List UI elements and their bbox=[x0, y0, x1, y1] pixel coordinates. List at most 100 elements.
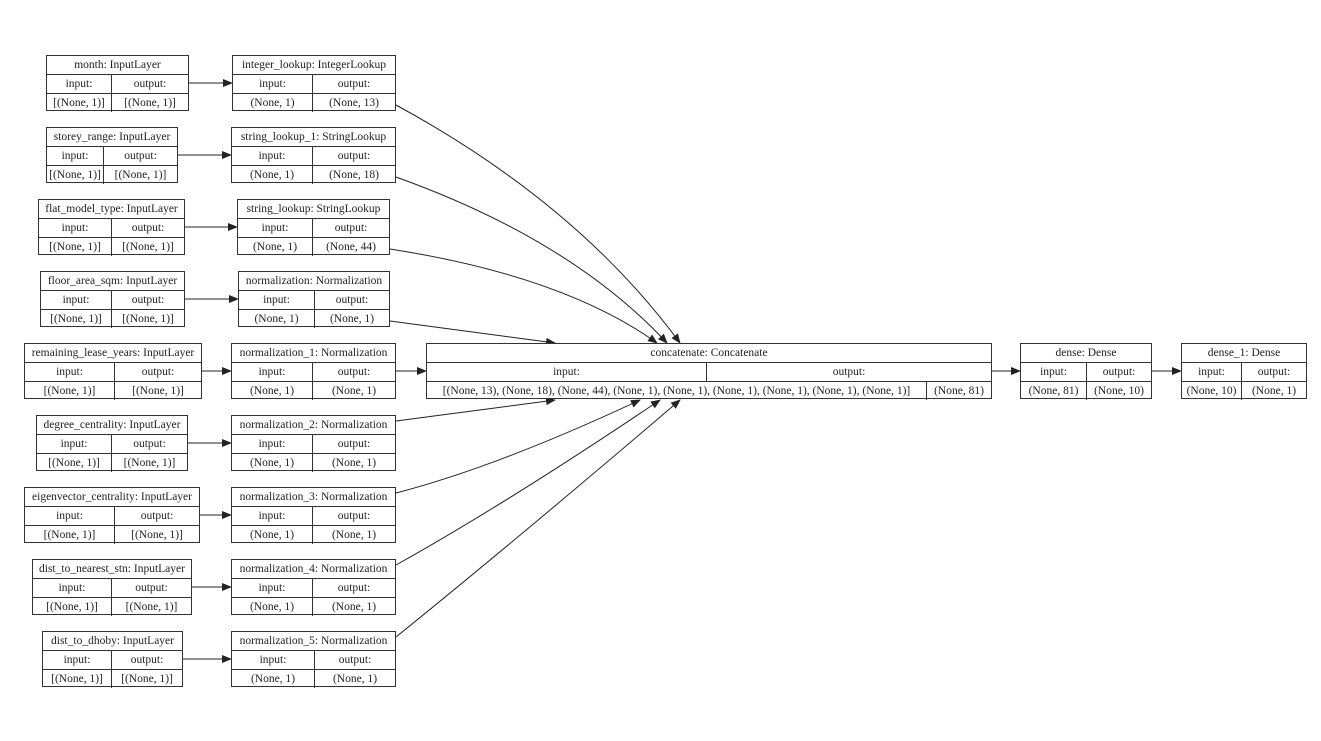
output-shape: (None, 18) bbox=[312, 166, 395, 184]
preprocessing-layer-node[interactable]: normalization_3: Normalization input: ou… bbox=[231, 487, 396, 544]
input-layer-node[interactable]: remaining_lease_years: InputLayer input:… bbox=[24, 343, 202, 400]
dense-layer-node[interactable]: dense_1: Dense input: output: (None, 10)… bbox=[1181, 343, 1307, 400]
output-shape: (None, 1) bbox=[1241, 382, 1306, 400]
input-layer-node[interactable]: storey_range: InputLayer input: output: … bbox=[46, 127, 178, 184]
output-label: output: bbox=[1241, 363, 1306, 381]
layer-name: floor_area_sqm: InputLayer bbox=[41, 272, 184, 291]
output-shape: (None, 1) bbox=[312, 382, 395, 400]
output-shape: (None, 81) bbox=[926, 382, 991, 400]
input-label: input: bbox=[62, 294, 90, 306]
input-label: input: bbox=[63, 654, 91, 666]
input-layer-node[interactable]: degree_centrality: InputLayer input: out… bbox=[36, 415, 188, 472]
input-shape: (None, 1) bbox=[249, 169, 295, 181]
output-label: output: bbox=[706, 363, 991, 381]
edge-arrow bbox=[395, 399, 661, 566]
input-layer-node[interactable]: dist_to_nearest_stn: InputLayer input: o… bbox=[32, 559, 192, 616]
input-label: input: bbox=[258, 366, 286, 378]
input-layer-node[interactable]: eigenvector_centrality: InputLayer input… bbox=[24, 487, 200, 544]
output-shape: [(None, 1)] bbox=[111, 238, 184, 256]
output-shape: [(None, 1)] bbox=[111, 598, 191, 616]
input-layer-node[interactable]: floor_area_sqm: InputLayer input: output… bbox=[40, 271, 185, 328]
input-shape: (None, 1) bbox=[250, 97, 295, 109]
input-shape: (None, 1) bbox=[249, 385, 295, 397]
input-label: input: bbox=[553, 366, 580, 378]
input-label: input: bbox=[1040, 366, 1067, 378]
preprocessing-layer-node[interactable]: string_lookup_1: StringLookup input: out… bbox=[231, 127, 396, 184]
output-label: output: bbox=[111, 651, 182, 669]
layer-name: string_lookup: StringLookup bbox=[238, 200, 389, 219]
layer-name: normalization_2: Normalization bbox=[232, 416, 395, 435]
preprocessing-layer-node[interactable]: normalization_4: Normalization input: ou… bbox=[231, 559, 396, 616]
input-label: input: bbox=[258, 438, 286, 450]
input-shape: [(None, 1)] bbox=[43, 529, 96, 541]
input-shape: (None, 1) bbox=[249, 457, 295, 469]
input-label: input: bbox=[61, 150, 89, 162]
output-label: output: bbox=[114, 363, 201, 381]
dense-layer-node[interactable]: dense: Dense input: output: (None, 81) (… bbox=[1020, 343, 1152, 400]
input-label: input: bbox=[258, 510, 286, 522]
input-shape: [(None, 1)] bbox=[43, 385, 96, 397]
preprocessing-layer-node[interactable]: normalization: Normalization input: outp… bbox=[238, 271, 390, 328]
output-shape: [(None, 1)] bbox=[111, 454, 187, 472]
preprocessing-layer-node[interactable]: normalization_2: Normalization input: ou… bbox=[231, 415, 396, 472]
input-shape: [(None, 1)] bbox=[48, 457, 100, 469]
layer-name: normalization_5: Normalization bbox=[232, 632, 395, 651]
input-shape: (None, 1) bbox=[254, 313, 299, 325]
layer-name: concatenate: Concatenate bbox=[427, 344, 991, 363]
input-layer-node[interactable]: flat_model_type: InputLayer input: outpu… bbox=[38, 199, 185, 256]
layer-name: degree_centrality: InputLayer bbox=[37, 416, 187, 435]
input-shape: (None, 10) bbox=[1186, 385, 1237, 397]
input-layer-node[interactable]: dist_to_dhoby: InputLayer input: output:… bbox=[42, 631, 183, 688]
output-shape: (None, 1) bbox=[312, 454, 395, 472]
preprocessing-layer-node[interactable]: string_lookup: StringLookup input: outpu… bbox=[237, 199, 390, 256]
input-label: input: bbox=[258, 582, 286, 594]
layer-name: storey_range: InputLayer bbox=[47, 128, 177, 147]
input-shape: (None, 1) bbox=[252, 241, 298, 253]
layer-name: month: InputLayer bbox=[47, 56, 188, 75]
output-label: output: bbox=[1086, 363, 1151, 381]
input-label: input: bbox=[65, 78, 93, 90]
output-shape: (None, 1) bbox=[312, 598, 395, 616]
output-label: output: bbox=[111, 219, 184, 237]
output-label: output: bbox=[312, 579, 395, 597]
input-label: input: bbox=[259, 78, 286, 90]
concatenate-layer-node[interactable]: concatenate: Concatenate input: output: … bbox=[426, 343, 992, 400]
output-label: output: bbox=[114, 507, 199, 525]
input-label: input: bbox=[258, 150, 286, 162]
layer-name: remaining_lease_years: InputLayer bbox=[25, 344, 201, 363]
input-shape: [(None, 1)] bbox=[50, 313, 102, 325]
output-shape: (None, 13) bbox=[312, 94, 395, 112]
input-shape: [(None, 1)] bbox=[53, 97, 105, 109]
output-label: output: bbox=[312, 75, 395, 93]
output-shape: [(None, 1)] bbox=[114, 382, 201, 400]
layer-name: normalization_3: Normalization bbox=[232, 488, 395, 507]
input-shape: [(None, 1)] bbox=[49, 169, 101, 181]
output-shape: [(None, 1)] bbox=[111, 670, 182, 688]
output-shape: [(None, 1)] bbox=[103, 166, 177, 184]
layer-name: normalization_1: Normalization bbox=[232, 344, 395, 363]
layer-name: eigenvector_centrality: InputLayer bbox=[25, 488, 199, 507]
output-shape: [(None, 1)] bbox=[114, 526, 199, 544]
output-label: output: bbox=[111, 435, 187, 453]
preprocessing-layer-node[interactable]: normalization_5: Normalization input: ou… bbox=[231, 631, 396, 688]
input-shape: [(None, 1)] bbox=[49, 241, 101, 253]
layer-name: dist_to_nearest_stn: InputLayer bbox=[33, 560, 191, 579]
output-shape: (None, 44) bbox=[312, 238, 389, 256]
output-label: output: bbox=[103, 147, 177, 165]
edge-arrow bbox=[395, 397, 556, 422]
preprocessing-layer-node[interactable]: integer_lookup: IntegerLookup input: out… bbox=[232, 55, 396, 112]
output-label: output: bbox=[312, 507, 395, 525]
output-label: output: bbox=[312, 147, 395, 165]
input-shape: [(None, 1)] bbox=[51, 673, 103, 685]
output-label: output: bbox=[312, 219, 389, 237]
layer-name: integer_lookup: IntegerLookup bbox=[233, 56, 395, 75]
layer-name: dense: Dense bbox=[1021, 344, 1151, 363]
input-label: input: bbox=[56, 510, 83, 522]
output-label: output: bbox=[314, 291, 389, 309]
edge-arrow bbox=[389, 320, 556, 346]
edge-arrow bbox=[395, 104, 681, 344]
preprocessing-layer-node[interactable]: normalization_1: Normalization input: ou… bbox=[231, 343, 396, 400]
input-label: input: bbox=[263, 294, 290, 306]
output-label: output: bbox=[111, 75, 188, 93]
input-layer-node[interactable]: month: InputLayer input: output: [(None,… bbox=[46, 55, 189, 112]
